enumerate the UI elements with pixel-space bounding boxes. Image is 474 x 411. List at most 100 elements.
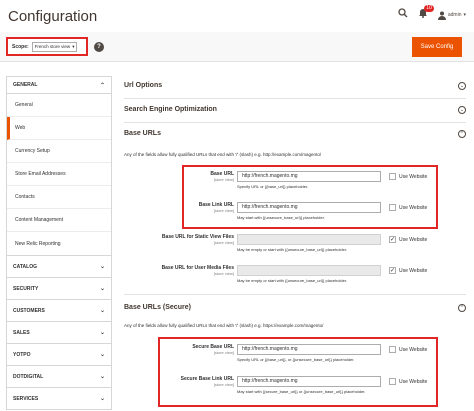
field-scope: [store view] [213,382,234,387]
expand-icon[interactable]: ⌄ [458,82,466,90]
sidebar-group-label: SALES [13,329,30,336]
chevron-down-icon: ⌄ [99,352,105,358]
user-icon [437,11,446,20]
sidebar-item-new-relic-reporting[interactable]: New Relic Reporting [7,232,111,255]
base-urls-intro: Any of the fields allow fully qualified … [124,152,322,157]
section-url-options[interactable]: Url Options [124,82,162,89]
user-menu[interactable]: admin ▾ [437,11,466,20]
field-note: May be empty or start with {{unsecure_ba… [237,247,348,252]
page-title: Configuration [8,8,98,25]
field-note: May be empty or start with {{unsecure_ba… [237,278,348,283]
base-url-input[interactable]: http://french.magento.mg [237,171,381,182]
chevron-down-icon: ⌄ [99,374,105,380]
expand-icon[interactable]: ⌄ [458,106,466,114]
save-config-button[interactable]: Save Config [412,37,462,57]
use-website-checkbox[interactable]: Use Website [389,378,427,385]
checkbox-box [389,204,396,211]
help-icon[interactable]: ? [94,42,104,52]
sidebar-item-store-email-addresses[interactable]: Store Email Addresses [7,163,111,186]
sidebar-group-yotpo[interactable]: YOTPO ⌄ [7,343,111,365]
sidebar-item-label: New Relic Reporting [15,240,61,247]
sidebar-group-label: DOTDIGITAL [13,373,44,380]
user-media-url-input[interactable] [237,265,381,276]
checkbox-box [389,346,396,353]
sidebar-group-sales[interactable]: SALES ⌄ [7,321,111,343]
use-website-checkbox[interactable]: ✓ Use Website [389,236,427,243]
use-website-checkbox[interactable]: Use Website [389,346,427,353]
sidebar-group-label: SECURITY [13,285,39,292]
sidebar-group-label: YOTPO [13,351,31,358]
collapse-icon[interactable]: ⌃ [458,130,466,138]
checkbox-label: Use Website [399,204,428,211]
scope-switcher: Scope: French store view ▾ [6,37,88,56]
sidebar-group-customers[interactable]: CUSTOMERS ⌄ [7,299,111,321]
sidebar-group-dotdigital[interactable]: DOTDIGITAL ⌄ [7,365,111,387]
checkbox-box: ✓ [389,267,396,274]
divider [124,98,466,99]
sidebar-item-label: Content Management [15,217,64,223]
divider [124,294,466,295]
chevron-down-icon: ▾ [72,43,75,49]
field-scope: [store view] [213,177,234,182]
field-scope: [store view] [213,240,234,245]
checkbox-label: Use Website [399,236,428,243]
scope-select[interactable]: French store view ▾ [31,41,78,52]
field-scope: [store view] [213,208,234,213]
sidebar-item-contacts[interactable]: Contacts [7,186,111,209]
use-website-checkbox[interactable]: ✓ Use Website [389,267,427,274]
section-base-urls[interactable]: Base URLs [124,130,161,137]
sidebar-group-services[interactable]: SERVICES ⌄ [7,387,111,409]
chevron-down-icon: ⌄ [99,264,105,270]
sidebar-item-label: Store Email Addresses [15,171,66,177]
sidebar-group-label: CUSTOMERS [13,307,45,314]
checkbox-box [389,378,396,385]
checkbox-label: Use Website [399,173,428,180]
sidebar-item-label: General [15,102,33,108]
use-website-checkbox[interactable]: Use Website [389,173,427,180]
sidebar-item-label: Currency Setup [15,148,50,154]
scope-bar: Scope: French store view ▾ ? [0,32,474,62]
checkbox-box [389,173,396,180]
sidebar-group-catalog[interactable]: CATALOG ⌄ [7,255,111,277]
field-note: Specify URL or {{base_url}}, or {{unsecu… [237,357,355,362]
notification-badge: 10 [424,5,434,12]
sidebar-group-general[interactable]: GENERAL ⌃ [7,77,111,94]
section-seo[interactable]: Search Engine Optimization [124,106,217,113]
base-urls-secure-intro: Any of the fields allow fully qualified … [124,323,324,328]
use-website-checkbox[interactable]: Use Website [389,204,427,211]
field-note: May start with {{secure_base_url}} or {{… [237,389,366,394]
chevron-down-icon: ⌄ [99,330,105,336]
sidebar-item-general[interactable]: General [7,94,111,117]
search-icon[interactable] [398,8,408,22]
sidebar-item-label: Web [15,125,26,131]
sidebar-item-currency-setup[interactable]: Currency Setup [7,140,111,163]
sidebar-group-label: CATALOG [13,263,37,270]
bell-icon[interactable]: 10 [418,5,434,22]
base-link-url-input[interactable]: http://french.magento.mg [237,202,381,213]
sidebar-group-label: GENERAL [13,82,38,88]
chevron-down-icon: ▾ [463,12,466,18]
secure-base-url-input[interactable]: http://french.magento.mg [237,344,381,355]
top-actions: 10 admin ▾ [398,5,466,22]
sidebar-item-label: Contacts [15,194,35,200]
chevron-down-icon: ⌄ [99,308,105,314]
section-base-urls-secure[interactable]: Base URLs (Secure) [124,304,191,311]
divider [124,122,466,123]
field-note: May start with {{unsecure_base_url}} pla… [237,215,325,220]
chevron-up-icon: ⌃ [99,82,105,89]
checkbox-label: Use Website [399,378,428,385]
scope-label: Scope: [12,43,29,50]
sidebar-item-content-management[interactable]: Content Management [7,209,111,232]
field-scope: [store view] [213,350,234,355]
scope-value: French store view [34,44,71,49]
sidebar-item-web[interactable]: Web [7,117,111,140]
sidebar-group-label: SERVICES [13,395,39,402]
secure-base-link-url-input[interactable]: http://french.magento.mg [237,376,381,387]
chevron-down-icon: ⌄ [99,286,105,292]
checkbox-label: Use Website [399,267,428,274]
collapse-icon[interactable]: ⌃ [458,304,466,312]
chevron-down-icon: ⌄ [99,396,105,402]
field-scope: [store view] [213,271,234,276]
sidebar-group-security[interactable]: SECURITY ⌄ [7,277,111,299]
static-view-url-input[interactable] [237,234,381,245]
